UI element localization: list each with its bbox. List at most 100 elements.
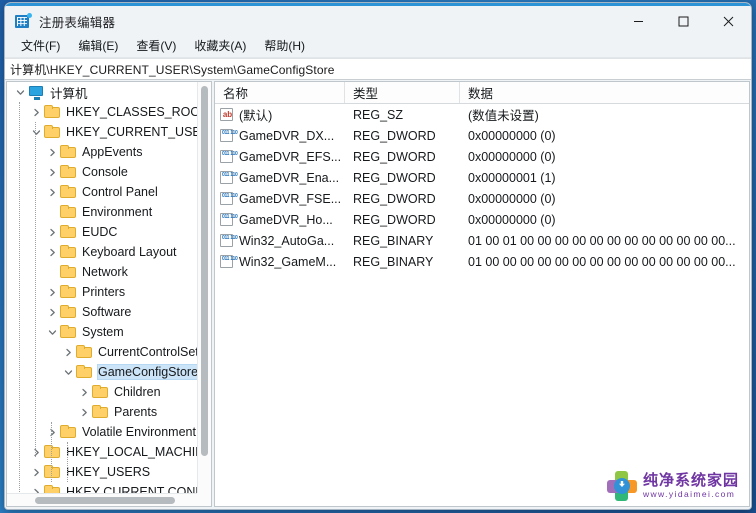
maximize-icon[interactable] [661, 6, 706, 36]
value-name: GameDVR_FSE... [239, 191, 342, 206]
tree-node-label: AppEvents [82, 145, 143, 159]
menu-item-2[interactable]: 查看(V) [127, 37, 185, 57]
folder-icon [60, 225, 77, 239]
tree-node-label: Environment [82, 205, 153, 219]
cell-data: 0x00000000 (0) [468, 212, 556, 227]
table-row[interactable]: Win32_AutoGa... REG_BINARY 01 00 01 00 00 … [215, 230, 749, 251]
menu-item-3[interactable]: 收藏夹(A) [185, 37, 255, 57]
tree-node-label: Control Panel [82, 185, 158, 199]
column-header-data[interactable]: 数据 [460, 82, 749, 103]
chevron-right-icon[interactable] [45, 182, 60, 202]
cell-data: 0x00000001 (1) [468, 170, 556, 185]
tree-node-label: EUDC [82, 225, 118, 239]
address-bar[interactable]: 计算机\HKEY_CURRENT_USER\System\GameConfigS… [5, 58, 751, 80]
tree-expander-placeholder [45, 202, 60, 222]
chevron-down-icon[interactable] [29, 122, 44, 142]
folder-icon [60, 185, 77, 199]
table-row[interactable]: GameDVR_FSE... REG_DWORD 0x00000000 (0) [215, 188, 749, 209]
registry-editor-icon [15, 13, 32, 29]
tree-guide-line [35, 122, 36, 457]
tree-node[interactable]: HKEY_CLASSES_ROOT [7, 102, 197, 122]
chevron-right-icon[interactable] [45, 142, 60, 162]
cell-type: REG_DWORD [353, 170, 436, 185]
chevron-right-icon[interactable] [61, 342, 76, 362]
menu-item-1[interactable]: 编辑(E) [69, 37, 127, 57]
chevron-right-icon[interactable] [29, 102, 44, 122]
cell-data: 0x00000000 (0) [468, 191, 556, 206]
cell-name: GameDVR_Ena... [215, 171, 345, 185]
window-title: 注册表编辑器 [39, 15, 116, 30]
column-header-type[interactable]: 类型 [345, 82, 460, 103]
value-name: GameDVR_EFS... [239, 149, 342, 164]
column-header-name[interactable]: 名称 [215, 82, 345, 103]
tree-expander-placeholder [45, 262, 60, 282]
folder-icon [60, 305, 77, 319]
registry-tree: 计算机 HKEY_CLASSES_ROOT HKEY_CURRENT_USER App… [7, 82, 197, 493]
cell-type: REG_DWORD [353, 128, 436, 143]
chevron-right-icon[interactable] [77, 382, 92, 402]
folder-icon [44, 445, 61, 459]
close-icon[interactable] [706, 6, 751, 36]
cell-type: REG_BINARY [353, 254, 434, 269]
menu-item-0[interactable]: 文件(F) [12, 37, 69, 57]
table-row[interactable]: Win32_GameM... REG_BINARY 01 00 00 00 00 0… [215, 251, 749, 272]
tree-horizontal-scrollbar[interactable] [7, 493, 197, 506]
chevron-right-icon[interactable] [45, 422, 60, 442]
folder-icon [76, 365, 93, 379]
tree-node[interactable]: HKEY_USERS [7, 462, 197, 482]
chevron-down-icon[interactable] [13, 82, 28, 102]
table-row[interactable]: GameDVR_Ena... REG_DWORD 0x00000001 (1) [215, 167, 749, 188]
tree-node-label: CurrentControlSet [98, 345, 197, 359]
tree-node-label: Children [114, 385, 161, 399]
tree-horizontal-scroll-thumb[interactable] [35, 497, 175, 504]
cell-data: 0x00000000 (0) [468, 128, 556, 143]
folder-icon [76, 345, 93, 359]
binary-value-icon [220, 255, 234, 268]
table-row[interactable]: GameDVR_EFS... REG_DWORD 0x00000000 (0) [215, 146, 749, 167]
folder-icon [60, 205, 77, 219]
cell-data: 01 00 00 00 00 00 00 00 00 00 00 00 00 0… [468, 254, 736, 269]
tree-node-label: HKEY_USERS [66, 465, 151, 479]
values-list-pane: 名称 类型 数据 (默认) REG_SZ (数值未设置) GameDVR_DX... R… [215, 81, 750, 507]
folder-icon [60, 265, 77, 279]
chevron-right-icon[interactable] [29, 482, 44, 493]
table-row[interactable]: GameDVR_DX... REG_DWORD 0x00000000 (0) [215, 125, 749, 146]
cell-name: Win32_AutoGa... [215, 234, 345, 248]
binary-value-icon [220, 171, 234, 184]
tree-node-label: GameConfigStore [96, 364, 197, 380]
chevron-right-icon[interactable] [45, 242, 60, 262]
cell-type: REG_DWORD [353, 149, 436, 164]
tree-guide-line [51, 422, 52, 482]
minimize-icon[interactable] [616, 6, 661, 36]
table-row[interactable]: (默认) REG_SZ (数值未设置) [215, 104, 749, 125]
tree-guide-line [67, 442, 68, 482]
tree-node[interactable]: HKEY CURRENT CONFIG [7, 482, 197, 493]
cell-type: REG_DWORD [353, 191, 436, 206]
registry-tree-pane: 计算机 HKEY_CLASSES_ROOT HKEY_CURRENT_USER App… [6, 81, 211, 507]
table-row[interactable]: GameDVR_Ho... REG_DWORD 0x00000000 (0) [215, 209, 749, 230]
tree-node[interactable]: 计算机 [7, 82, 197, 102]
chevron-right-icon[interactable] [77, 402, 92, 422]
chevron-right-icon[interactable] [45, 302, 60, 322]
folder-icon [44, 105, 61, 119]
tree-vertical-scroll-thumb[interactable] [201, 86, 208, 456]
chevron-down-icon[interactable] [45, 322, 60, 342]
tree-node-label: System [82, 325, 124, 339]
string-value-icon [220, 108, 234, 121]
menu-item-4[interactable]: 帮助(H) [255, 37, 314, 57]
chevron-right-icon[interactable] [45, 162, 60, 182]
chevron-right-icon[interactable] [29, 442, 44, 462]
chevron-right-icon[interactable] [45, 282, 60, 302]
value-name: GameDVR_Ena... [239, 170, 340, 185]
values-list-rows: (默认) REG_SZ (数值未设置) GameDVR_DX... REG_DWORD 0… [215, 104, 749, 506]
cell-name: GameDVR_FSE... [215, 192, 345, 206]
chevron-right-icon[interactable] [29, 462, 44, 482]
title-bar[interactable]: 注册表编辑器 [5, 6, 751, 36]
chevron-down-icon[interactable] [61, 362, 76, 382]
address-path: 计算机\HKEY_CURRENT_USER\System\GameConfigS… [10, 62, 335, 77]
value-name: Win32_GameM... [239, 254, 337, 269]
folder-icon [60, 245, 77, 259]
tree-vertical-scrollbar[interactable] [197, 82, 211, 493]
binary-value-icon [220, 150, 234, 163]
chevron-right-icon[interactable] [45, 222, 60, 242]
